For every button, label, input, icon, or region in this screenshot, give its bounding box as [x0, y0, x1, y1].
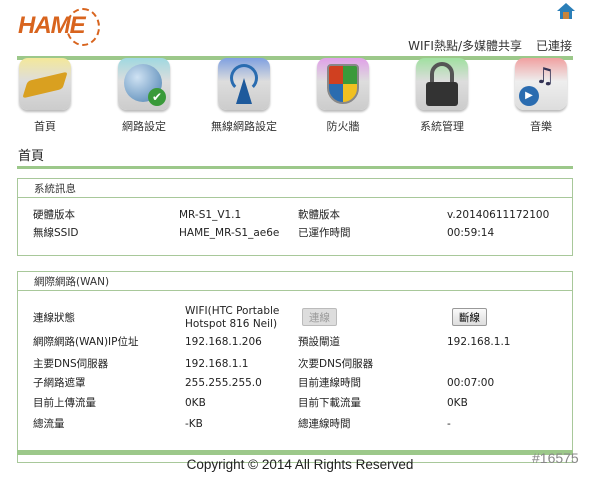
value-uptime: 00:59:14	[447, 227, 495, 239]
page-title: 首頁	[18, 149, 45, 164]
wan-value: 0KB	[185, 397, 206, 409]
disconnect-button[interactable]: 斷線	[452, 308, 487, 326]
globe-check-icon: ✔	[118, 58, 170, 110]
nav-label: 音樂	[530, 120, 552, 133]
watermark: #16575	[532, 450, 579, 466]
wan-value: 192.168.1.1	[185, 358, 249, 370]
wan-label: 總連線時間	[298, 418, 351, 430]
header-status: WIFI熱點/多媒體共享 已連接	[408, 37, 572, 54]
connection-status: 已連接	[535, 39, 572, 53]
value-ssid: HAME_MR-S1_ae6e	[179, 227, 280, 239]
panel-title: 網際網路(WAN)	[18, 272, 572, 291]
nav-firewall[interactable]: 防火牆	[298, 58, 388, 134]
footer-divider	[17, 450, 573, 455]
wan-value: 192.168.1.206	[185, 336, 262, 348]
wan-label: 目前上傳流量	[33, 397, 96, 409]
nav-label: 無線網路設定	[211, 120, 277, 133]
wan-label: 預設閘道	[298, 336, 340, 348]
wan-label: 目前下載流量	[298, 397, 361, 409]
logo-ring	[66, 8, 100, 46]
wan-value: -	[447, 418, 451, 430]
value-connection-status-line1: WIFI(HTC Portable	[185, 305, 280, 317]
wan-label: 子網路遮罩	[33, 377, 86, 389]
panel-title: 系統訊息	[18, 179, 572, 198]
label-connection-status: 連線狀態	[33, 312, 75, 324]
nav-wireless-settings[interactable]: 無線網路設定	[199, 58, 289, 134]
home-rss-icon	[19, 58, 71, 110]
wan-value: 192.168.1.1	[447, 336, 511, 348]
nav-system-management[interactable]: 系統管理	[397, 58, 487, 134]
value-connection-status-line2: Hotspot 816 Neil)	[185, 318, 278, 330]
nav-music[interactable]: ♫ ▶ 音樂	[496, 58, 586, 134]
music-play-icon: ♫ ▶	[515, 58, 567, 110]
label-software-version: 軟體版本	[298, 209, 340, 221]
wan-label: 目前連線時間	[298, 377, 361, 389]
copyright: Copyright © 2014 All Rights Reserved	[186, 457, 414, 472]
shield-icon	[317, 58, 369, 110]
label-hardware-version: 硬體版本	[33, 209, 75, 221]
wan-label: 網際網路(WAN)IP位址	[33, 336, 139, 348]
wan-label: 總流量	[33, 418, 65, 430]
wan-value: 255.255.255.0	[185, 377, 262, 389]
label-uptime: 已運作時間	[298, 227, 351, 239]
wan-label: 主要DNS伺服器	[33, 358, 109, 370]
home-icon[interactable]	[556, 2, 576, 20]
nav-label: 網路設定	[122, 120, 166, 133]
value-software-version: v.20140611172100	[447, 209, 550, 221]
wan-value: -KB	[185, 418, 203, 430]
nav-network-settings[interactable]: ✔ 網路設定	[99, 58, 189, 134]
wireless-tower-icon	[218, 58, 270, 110]
value-hardware-version: MR-S1_V1.1	[179, 209, 242, 221]
title-divider	[17, 166, 573, 169]
nav-label: 首頁	[34, 120, 56, 133]
wan-value: 0KB	[447, 397, 468, 409]
lock-gear-icon	[416, 58, 468, 110]
nav-home[interactable]: 首頁	[0, 58, 90, 134]
wan-label: 次要DNS伺服器	[298, 358, 374, 370]
wan-value: 00:07:00	[447, 377, 495, 389]
connect-button[interactable]: 連線	[302, 308, 337, 326]
nav-label: 系統管理	[420, 120, 464, 133]
nav-label: 防火牆	[326, 120, 360, 133]
product-name: WIFI熱點/多媒體共享	[408, 39, 522, 53]
label-ssid: 無線SSID	[33, 227, 79, 239]
